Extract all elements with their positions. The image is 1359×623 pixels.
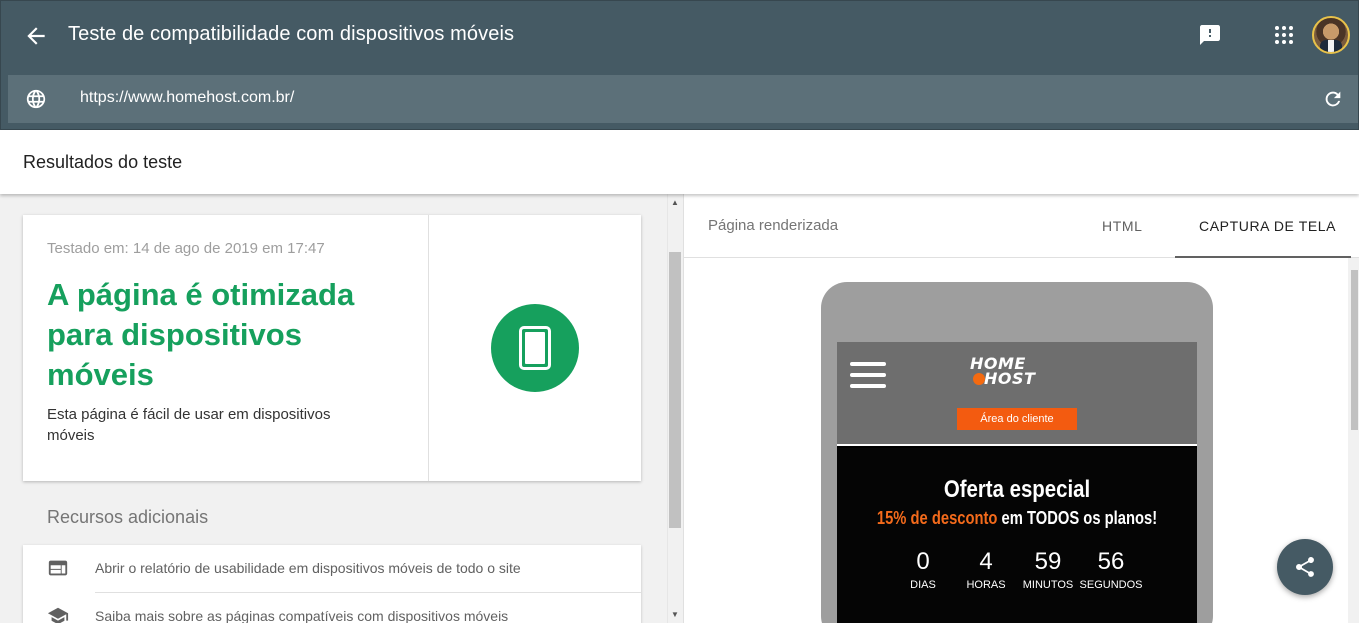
results-pane: Testado em: 14 de ago de 2019 em 17:47 A… [0,194,667,623]
globe-icon [26,89,46,109]
client-area-button: Área do cliente [957,408,1077,430]
list-item[interactable]: Saiba mais sobre as páginas compatíveis … [23,593,641,623]
tab-screenshot[interactable]: CAPTURA DE TELA [1175,194,1351,258]
site-header: HOME HOST Área do cliente [837,342,1197,446]
scrollbar-thumb[interactable] [669,252,681,528]
rendered-page-pane: Página renderizada HTML CAPTURA DE TELA … [683,194,1359,623]
list-item-label[interactable]: Abrir o relatório de usabilidade em disp… [95,560,521,576]
card-divider [428,215,429,481]
back-arrow-icon[interactable] [23,23,49,49]
web-report-icon [48,560,68,576]
verdict-description: Esta página é fácil de usar em dispositi… [47,406,331,444]
site-logo: HOME HOST [970,354,1036,388]
hamburger-menu-icon [850,362,886,388]
mobile-friendly-icon [491,304,579,392]
page-title: Teste de compatibilidade com dispositivo… [68,23,515,45]
promo-banner: Oferta especial 15% de desconto em TODOS… [837,448,1197,623]
rendered-label: Página renderizada [708,217,839,234]
scrollbar-thumb[interactable] [1351,270,1358,430]
school-icon [47,607,69,623]
scroll-up-icon[interactable]: ▲ [671,198,679,207]
url-bar[interactable]: https://www.homehost.com.br/ [8,75,1358,123]
resources-title: Recursos adicionais [47,507,209,527]
left-scrollbar[interactable]: ▲ ▼ [667,194,682,623]
rendered-header: Página renderizada HTML CAPTURA DE TELA [684,194,1359,258]
avatar[interactable] [1312,16,1350,54]
feedback-icon[interactable] [1198,23,1222,47]
promo-subheadline: 15% de desconto em TODOS os planos! [876,508,1158,528]
resources-list: Abrir o relatório de usabilidade em disp… [23,545,641,623]
share-button[interactable] [1277,539,1333,595]
tab-label[interactable]: HTML [1102,218,1143,234]
countdown-days: 0 DIAS [910,548,936,591]
right-scrollbar[interactable] [1348,258,1359,623]
tab-label[interactable]: CAPTURA DE TELA [1199,218,1336,234]
url-text[interactable]: https://www.homehost.com.br/ [80,89,294,107]
share-icon [1296,557,1314,577]
screenshot-preview: HOME HOST Área do cliente Oferta especia… [837,342,1197,623]
countdown-seconds: 56 SEGUNDOS [1079,548,1143,591]
list-item[interactable]: Abrir o relatório de usabilidade em disp… [23,545,641,593]
scroll-down-icon[interactable]: ▼ [671,610,679,619]
results-header: Resultados do teste [0,130,1359,194]
countdown-minutes: 59 MINUTOS [1022,548,1074,591]
result-card: Testado em: 14 de ago de 2019 em 17:47 A… [23,215,641,481]
refresh-icon[interactable] [1322,88,1344,110]
list-item-label[interactable]: Saiba mais sobre as páginas compatíveis … [95,608,508,623]
promo-headline: Oferta especial [943,476,1091,503]
apps-grid-icon[interactable] [1272,23,1296,47]
verdict-heading: A página é otimizada para dispositivos m… [47,277,355,392]
tab-html[interactable]: HTML [1077,194,1167,258]
tested-timestamp: Testado em: 14 de ago de 2019 em 17:47 [47,240,325,257]
results-title: Resultados do teste [23,152,183,172]
app-bar: Teste de compatibilidade com dispositivo… [0,0,1359,130]
phone-mockup: HOME HOST Área do cliente Oferta especia… [821,282,1213,623]
countdown-hours: 4 HORAS [966,548,1006,591]
